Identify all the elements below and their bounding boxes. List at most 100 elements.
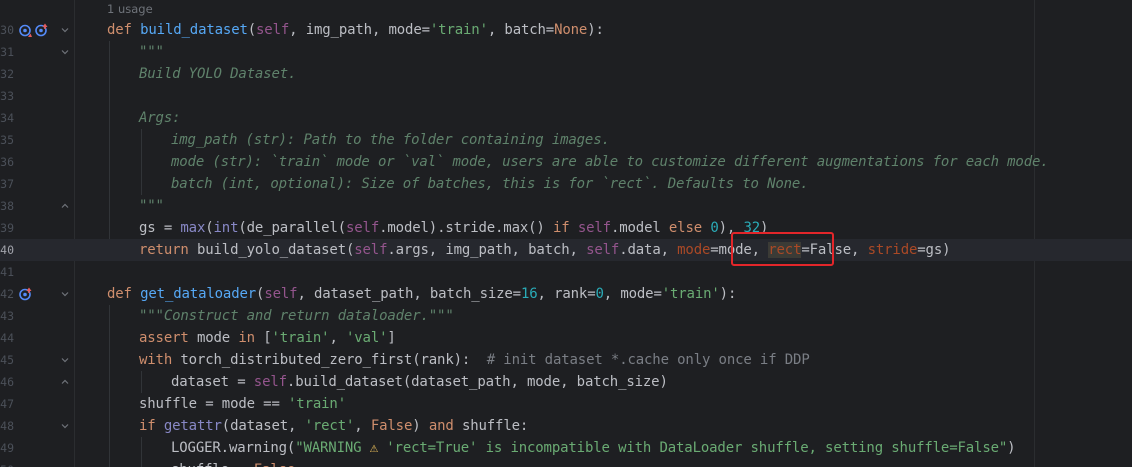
code-text[interactable]: """	[139, 195, 164, 217]
fold-toggle-icon[interactable]	[60, 355, 70, 365]
code-editor[interactable]: 1 usage 30 def build_dataset(self, img_pa…	[0, 0, 1132, 467]
fold-toggle-icon[interactable]	[60, 421, 70, 431]
code-text[interactable]: """Construct and return dataloader."""	[139, 305, 454, 327]
line-number[interactable]: 39	[0, 217, 14, 239]
code-token: getattr	[163, 418, 222, 434]
code-line[interactable]: 43 """Construct and return dataloader."""	[0, 305, 1132, 327]
code-line[interactable]: 47 shuffle = mode == 'train'	[0, 393, 1132, 415]
line-number[interactable]: 34	[0, 107, 14, 129]
code-text[interactable]: LOGGER.warning("WARNING ⚠ 'rect=True' is…	[171, 437, 1016, 459]
fold-toggle-icon[interactable]	[60, 25, 70, 35]
code-token: self	[577, 220, 611, 236]
code-token: self	[586, 242, 620, 258]
line-number[interactable]: 37	[0, 173, 14, 195]
line-number[interactable]: 45	[0, 349, 14, 371]
code-text[interactable]: assert mode in ['train', 'val']	[139, 327, 396, 349]
code-token: ):	[719, 286, 737, 302]
code-token: ):	[587, 22, 604, 38]
code-token: LOGGER.warning(	[171, 440, 296, 456]
code-line[interactable]: 39 gs = max(int(de_parallel(self.model).s…	[0, 217, 1132, 239]
line-number[interactable]: 50	[0, 459, 14, 467]
line-number[interactable]: 42	[0, 283, 14, 305]
code-line[interactable]: 36 mode (str): `train` mode or `val` mode…	[0, 151, 1132, 173]
code-line[interactable]: 49 LOGGER.warning("WARNING ⚠ 'rect=True' …	[0, 437, 1132, 459]
code-token: , mode=	[603, 286, 662, 302]
line-number[interactable]: 36	[0, 151, 14, 173]
code-token: gs =	[139, 220, 181, 236]
line-number[interactable]: 46	[0, 371, 14, 393]
code-line[interactable]: 34 Args:	[0, 107, 1132, 129]
line-number[interactable]: 32	[0, 63, 14, 85]
code-line[interactable]: 48 if getattr(dataset, 'rect', False) and…	[0, 415, 1132, 437]
code-text[interactable]: shuffle = False	[171, 459, 295, 467]
line-number[interactable]: 41	[0, 261, 14, 283]
code-token: , dataset_path, batch_size=	[297, 286, 521, 302]
code-token: shuffle =	[171, 462, 254, 467]
line-number[interactable]: 49	[0, 437, 14, 459]
code-line[interactable]: 32 Build YOLO Dataset.	[0, 63, 1132, 85]
code-line[interactable]: 30 def build_dataset(self, img_path, mode…	[0, 19, 1132, 41]
code-token: =gs)	[917, 242, 951, 258]
code-text[interactable]: img_path (str): Path to the folder conta…	[171, 129, 610, 151]
usage-hint[interactable]: 1 usage	[107, 0, 153, 18]
code-token: mode	[677, 242, 711, 258]
code-token: ⚠	[369, 440, 378, 456]
code-token: shuffle = mode ==	[139, 396, 289, 412]
code-token: False	[254, 462, 296, 467]
code-line[interactable]: 37 batch (int, optional): Size of batches…	[0, 173, 1132, 195]
implemented-method-icon[interactable]	[18, 287, 32, 301]
code-token: 'val'	[346, 330, 388, 346]
line-number[interactable]: 31	[0, 41, 14, 63]
code-text[interactable]: shuffle = mode == 'train'	[139, 393, 346, 415]
code-text[interactable]: Args:	[139, 107, 181, 129]
code-line[interactable]: 50 shuffle = False	[0, 459, 1132, 467]
line-number[interactable]: 47	[0, 393, 14, 415]
line-number[interactable]: 40	[0, 239, 14, 261]
line-number[interactable]: 30	[0, 19, 14, 41]
code-token: get_dataloader	[140, 286, 257, 302]
line-number[interactable]: 35	[0, 129, 14, 151]
code-line[interactable]: 33	[0, 85, 1132, 107]
code-line[interactable]: 42 def get_dataloader(self, dataset_path,…	[0, 283, 1132, 305]
code-token: return	[139, 242, 197, 258]
code-text[interactable]: if getattr(dataset, 'rect', False) and s…	[139, 415, 528, 437]
code-text[interactable]: dataset = self.build_dataset(dataset_pat…	[171, 371, 668, 393]
code-text[interactable]: mode (str): `train` mode or `val` mode, …	[171, 151, 1049, 173]
code-token: """	[139, 198, 164, 214]
code-text[interactable]: def get_dataloader(self, dataset_path, b…	[107, 283, 736, 305]
code-token: 'train'	[661, 286, 720, 302]
code-token: .model	[610, 220, 669, 236]
implemented-method-icon[interactable]	[34, 23, 48, 37]
code-line[interactable]: 45 with torch_distributed_zero_first(rank…	[0, 349, 1132, 371]
code-line-current[interactable]: 40 return build_yolo_dataset(self.args, i…	[0, 239, 1132, 261]
code-token: 'train'	[288, 396, 346, 412]
code-text[interactable]: gs = max(int(de_parallel(self.model).str…	[139, 217, 768, 239]
code-text[interactable]: batch (int, optional): Size of batches, …	[171, 173, 809, 195]
code-line[interactable]: 38 """	[0, 195, 1132, 217]
code-line[interactable]: 44 assert mode in ['train', 'val']	[0, 327, 1132, 349]
override-method-icon[interactable]	[18, 23, 32, 37]
code-token: self	[253, 374, 287, 390]
code-token: self	[354, 242, 388, 258]
code-token: .args, img_path, batch,	[387, 242, 587, 258]
fold-end-icon[interactable]	[60, 201, 70, 211]
code-line[interactable]: 41	[0, 261, 1132, 283]
code-text[interactable]: with torch_distributed_zero_first(rank):…	[139, 349, 810, 371]
line-number[interactable]: 43	[0, 305, 14, 327]
code-line[interactable]: 46 dataset = self.build_dataset(dataset_p…	[0, 371, 1132, 393]
line-number[interactable]: 48	[0, 415, 14, 437]
line-number[interactable]: 33	[0, 85, 14, 107]
code-token: and	[428, 418, 462, 434]
fold-end-icon[interactable]	[60, 377, 70, 387]
fold-toggle-icon[interactable]	[60, 289, 70, 299]
code-text[interactable]: def build_dataset(self, img_path, mode='…	[107, 19, 604, 41]
code-token: self	[256, 22, 290, 38]
line-number[interactable]: 38	[0, 195, 14, 217]
code-token: None	[554, 22, 588, 38]
code-line[interactable]: 35 img_path (str): Path to the folder con…	[0, 129, 1132, 151]
fold-toggle-icon[interactable]	[60, 47, 70, 57]
line-number[interactable]: 44	[0, 327, 14, 349]
code-line[interactable]: 31 """	[0, 41, 1132, 63]
code-text[interactable]: """	[139, 41, 164, 63]
code-text[interactable]: Build YOLO Dataset.	[139, 63, 296, 85]
